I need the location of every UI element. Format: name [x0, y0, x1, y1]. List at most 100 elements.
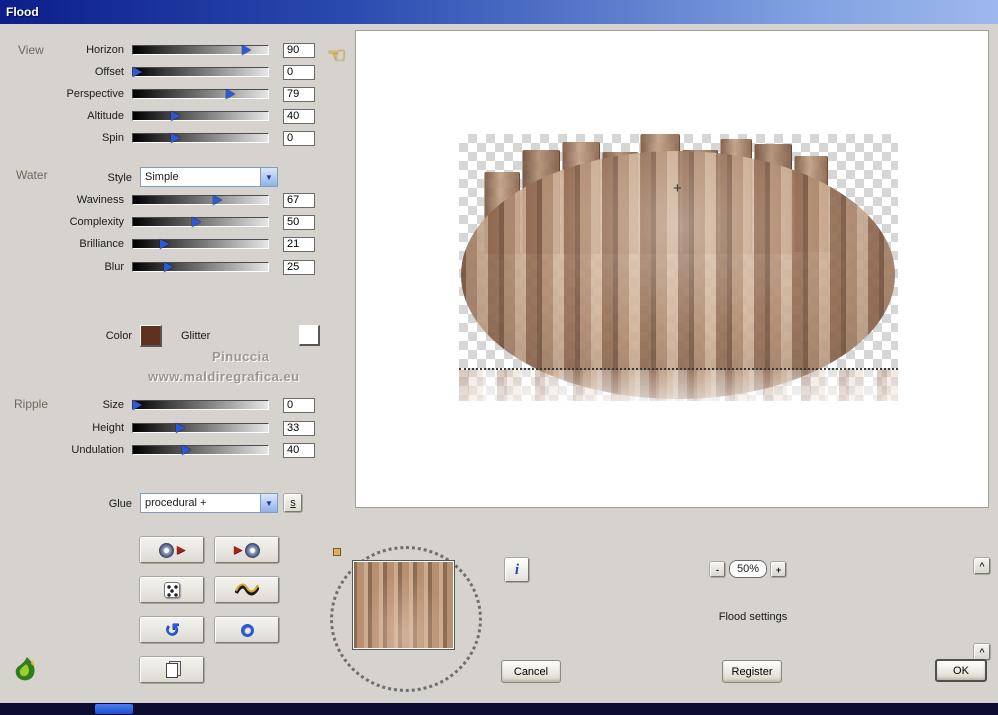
flood-dialog: Flood View Horizon Offset Perspective Al… [0, 0, 998, 715]
undulation-slider[interactable] [132, 445, 269, 455]
preview-pane[interactable]: + [355, 30, 989, 508]
play-arrow-icon: ▶ [176, 543, 186, 556]
waviness-slider[interactable] [132, 195, 269, 205]
reset-button[interactable] [215, 617, 279, 643]
wave-icon [235, 583, 259, 596]
color-swatch[interactable] [140, 325, 162, 347]
blur-slider-marker[interactable] [164, 262, 174, 272]
altitude-label: Altitude [87, 110, 124, 122]
horizon-label: Horizon [86, 44, 124, 56]
spin-value-input[interactable] [283, 130, 315, 146]
panel-expand-top-button[interactable]: ^ [974, 558, 990, 574]
size-row: Size [0, 397, 335, 413]
chevron-down-icon[interactable]: ▼ [260, 168, 277, 186]
perspective-label: Perspective [66, 88, 124, 100]
randomize-button[interactable] [140, 577, 204, 603]
preview-image[interactable]: + [459, 134, 898, 401]
brilliance-slider-marker[interactable] [160, 239, 170, 249]
undulation-row: Undulation [0, 442, 335, 458]
horizon-slider[interactable] [132, 45, 269, 55]
spin-slider-marker[interactable] [170, 133, 180, 143]
circle-icon [240, 623, 254, 637]
brilliance-row: Brilliance [0, 236, 335, 252]
height-slider-marker[interactable] [176, 423, 186, 433]
height-value-input[interactable] [283, 420, 315, 436]
horizon-value-input[interactable] [283, 42, 315, 58]
complexity-slider-marker[interactable] [192, 217, 202, 227]
register-button[interactable]: Register [722, 660, 782, 683]
perspective-value-input[interactable] [283, 86, 315, 102]
info-button[interactable]: i [505, 558, 529, 582]
glitter-swatch[interactable] [299, 325, 320, 346]
ring-handle[interactable] [333, 548, 341, 556]
pointing-hand-cursor: ☜ [326, 42, 346, 67]
height-slider[interactable] [132, 423, 269, 433]
offset-value-input[interactable] [283, 64, 315, 80]
waviness-slider-marker[interactable] [212, 195, 222, 205]
offset-slider-marker[interactable] [133, 67, 143, 77]
horizon-slider-marker[interactable] [242, 45, 252, 55]
play-arrow-icon: ▶ [233, 543, 243, 556]
copy-settings-button[interactable] [140, 657, 204, 683]
open-preset-button[interactable]: ▶ [140, 537, 204, 563]
undo-arrow-icon: ↺ [164, 620, 180, 640]
cancel-button[interactable]: Cancel [501, 660, 561, 683]
complexity-slider[interactable] [132, 217, 269, 227]
undulation-slider-marker[interactable] [181, 445, 191, 455]
glue-dropdown-value: procedural + [145, 497, 207, 509]
zoom-in-button[interactable]: + [771, 562, 786, 577]
perspective-slider-marker[interactable] [226, 89, 236, 99]
complexity-label: Complexity [69, 216, 124, 228]
altitude-value-input[interactable] [283, 108, 315, 124]
height-label: Height [92, 422, 124, 434]
ok-button[interactable]: OK [935, 659, 987, 682]
spin-label: Spin [101, 132, 124, 144]
size-value-input[interactable] [283, 397, 315, 413]
color-label: Color [105, 330, 132, 342]
chevron-down-icon[interactable]: ▼ [260, 494, 277, 512]
offset-label: Offset [94, 66, 124, 78]
blur-slider[interactable] [132, 262, 269, 272]
waviness-label: Waviness [76, 194, 124, 206]
altitude-row: Altitude [0, 108, 335, 124]
brilliance-label: Brilliance [79, 238, 124, 250]
complexity-row: Complexity [0, 214, 335, 230]
undo-button[interactable]: ↺ [140, 617, 204, 643]
brilliance-value-input[interactable] [283, 236, 315, 252]
dice-icon [164, 582, 180, 598]
size-slider-marker[interactable] [133, 400, 143, 410]
perspective-slider[interactable] [132, 89, 269, 99]
taskbar-segment [95, 704, 133, 714]
status-text: Flood settings [718, 611, 788, 623]
offset-row: Offset [0, 64, 335, 80]
water-reflection [459, 370, 898, 401]
style-dropdown[interactable]: Simple ▼ [140, 167, 278, 187]
brilliance-slider[interactable] [132, 239, 269, 249]
style-dropdown-value: Simple [145, 171, 179, 183]
perspective-row: Perspective [0, 86, 335, 102]
glitter-label: Glitter [181, 330, 211, 342]
undulation-label: Undulation [71, 444, 124, 456]
waviness-value-input[interactable] [283, 192, 315, 208]
blur-value-input[interactable] [283, 259, 315, 275]
preview-thumbnail[interactable] [352, 560, 455, 650]
height-row: Height [0, 420, 335, 436]
save-preset-button[interactable]: ▶ [215, 537, 279, 563]
undulation-value-input[interactable] [283, 442, 315, 458]
seamless-button[interactable]: s [284, 494, 302, 512]
offset-slider[interactable] [132, 67, 269, 77]
altitude-slider-marker[interactable] [170, 111, 180, 121]
complexity-value-input[interactable] [283, 214, 315, 230]
panel-expand-bottom-button[interactable]: ^ [974, 644, 990, 660]
size-slider[interactable] [132, 400, 269, 410]
glue-dropdown[interactable]: procedural + ▼ [140, 493, 278, 513]
watermark-line1: Pinuccia [212, 349, 270, 364]
title-bar[interactable]: Flood [0, 0, 998, 24]
spin-slider[interactable] [132, 133, 269, 143]
zoom-out-button[interactable]: - [710, 562, 725, 577]
altitude-slider[interactable] [132, 111, 269, 121]
page-icon [166, 662, 178, 678]
taskbar-edge [0, 703, 998, 715]
disc-icon [158, 542, 174, 558]
wave-preset-button[interactable] [215, 577, 279, 603]
